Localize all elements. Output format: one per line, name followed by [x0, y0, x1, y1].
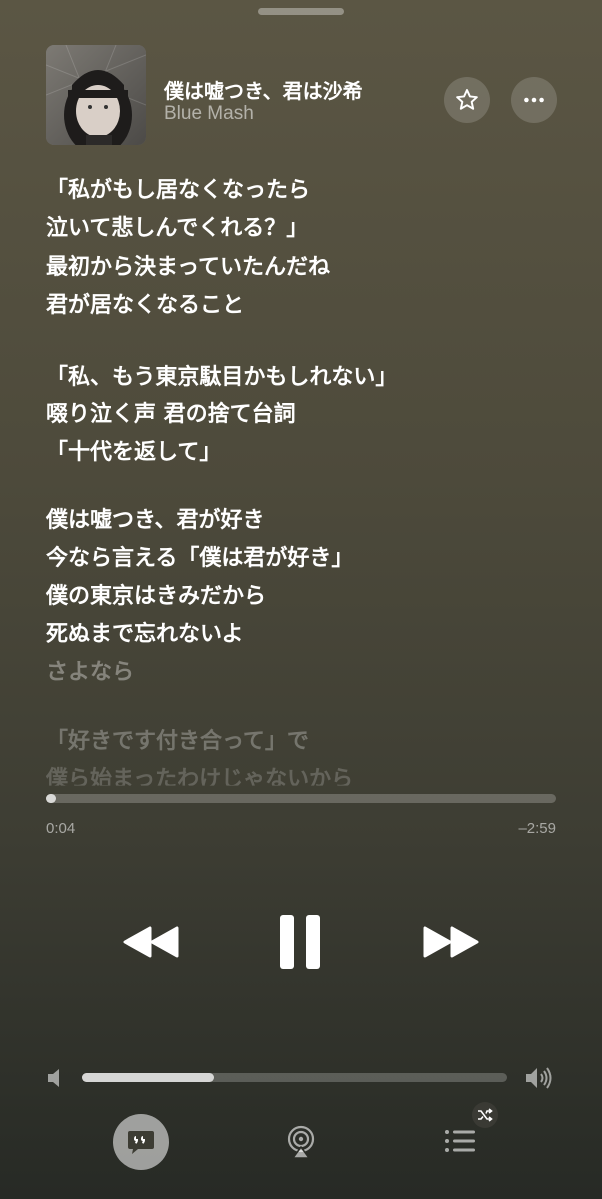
- airplay-button[interactable]: [284, 1122, 318, 1162]
- airplay-icon: [287, 1125, 315, 1159]
- pause-icon: [280, 915, 320, 969]
- lyric-line[interactable]: 泣いて悲しんでくれる？」: [46, 215, 308, 243]
- ellipsis-icon: [524, 97, 544, 103]
- shuffle-icon: [478, 1108, 493, 1122]
- elapsed-time: 0:04: [46, 820, 76, 837]
- track-title: 僕は嘘つき、君は沙希: [164, 79, 363, 103]
- volume-slider[interactable]: [82, 1073, 507, 1082]
- lyric-line[interactable]: 死ぬまで忘れないよ: [46, 621, 244, 649]
- lyric-line[interactable]: 僕ら始まったわけじゃないから: [46, 766, 353, 786]
- star-icon: [456, 89, 478, 110]
- fast-forward-button[interactable]: [418, 918, 484, 966]
- lyric-line[interactable]: 僕は嘘つき、君が好き: [46, 507, 264, 535]
- remaining-time: –2:59: [518, 820, 556, 837]
- queue-button[interactable]: [443, 1126, 479, 1156]
- volume-level-fill: [82, 1073, 214, 1082]
- more-options-button[interactable]: [511, 77, 557, 123]
- lyrics-quote-icon: [128, 1131, 154, 1154]
- fast-forward-icon: [423, 926, 479, 958]
- lyrics-button[interactable]: [113, 1114, 169, 1170]
- playback-progress-fill: [46, 794, 56, 803]
- artist-name[interactable]: Blue Mash: [164, 103, 254, 125]
- lyric-line[interactable]: 最初から決まっていたんだね: [46, 254, 330, 282]
- speaker-high-icon: [524, 1064, 556, 1092]
- lyric-line[interactable]: 「十代を返して」: [46, 439, 221, 467]
- lyric-line[interactable]: 僕の東京はきみだから: [46, 583, 266, 611]
- speaker-low-icon: [44, 1066, 66, 1090]
- pause-button[interactable]: [270, 911, 330, 973]
- rewind-icon: [123, 926, 179, 958]
- album-artwork: [46, 45, 146, 145]
- lyric-line[interactable]: 「私、もう東京駄目かもしれない」: [46, 364, 397, 392]
- lyric-line[interactable]: さよなら: [46, 659, 134, 687]
- lyric-line[interactable]: 「私がもし居なくなったら: [46, 177, 310, 205]
- rewind-button[interactable]: [118, 918, 184, 966]
- favorite-button[interactable]: [444, 77, 490, 123]
- lyric-line[interactable]: 啜り泣く声 君の捨て台詞: [46, 401, 296, 429]
- lyric-line[interactable]: 「好きです付き合って」で: [46, 728, 309, 756]
- lyric-line[interactable]: 君が居なくなること: [46, 292, 244, 320]
- playback-scrubber[interactable]: [46, 794, 556, 803]
- lyric-line[interactable]: 今なら言える「僕は君が好き」: [46, 545, 353, 573]
- queue-list-icon: [445, 1130, 475, 1152]
- shuffle-badge: [472, 1102, 498, 1128]
- sheet-grabber[interactable]: [258, 8, 344, 15]
